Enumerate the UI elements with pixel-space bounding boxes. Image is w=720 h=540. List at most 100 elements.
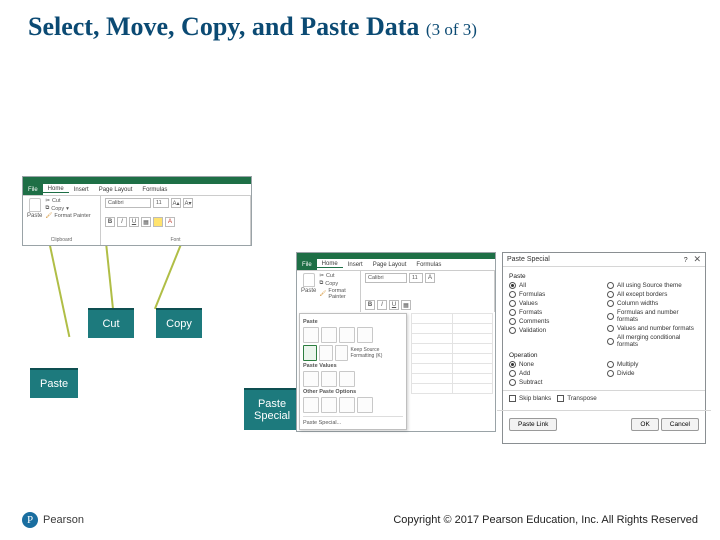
radio-divide[interactable]: Divide [607, 370, 699, 377]
close-icon[interactable]: ✕ [693, 254, 701, 264]
paste-option[interactable] [321, 327, 337, 343]
increase-font-icon[interactable]: A [425, 273, 435, 283]
paste-option[interactable] [357, 327, 373, 343]
paste-option-keep-source[interactable] [303, 345, 317, 361]
tab-home[interactable]: Home [43, 186, 69, 193]
radio-except-borders[interactable]: All except borders [607, 291, 699, 298]
italic-button[interactable]: I [117, 217, 127, 227]
radio-multiply[interactable]: Multiply [607, 361, 699, 368]
italic-button[interactable]: I [377, 300, 387, 310]
clipboard-icon [29, 198, 41, 212]
ribbon-tabs: File Home Insert Page Layout Formulas [23, 184, 251, 195]
check-transpose[interactable]: Transpose [557, 395, 597, 402]
tab-file[interactable]: File [23, 184, 43, 195]
copy-button[interactable]: ⧉Copy [319, 280, 356, 287]
font-size-select[interactable]: 11 [153, 198, 169, 208]
cut-button[interactable]: ✂Cut [319, 273, 356, 279]
paste-other-option[interactable] [303, 397, 319, 413]
section-paste-label: Paste [509, 273, 699, 280]
tab-formulas[interactable]: Formulas [137, 187, 172, 193]
cut-button[interactable]: ✂Cut [45, 198, 90, 204]
dropdown-section-values: Paste Values [303, 363, 403, 369]
paste-button[interactable]: Paste [301, 273, 316, 300]
dialog-title: Paste Special [507, 256, 550, 263]
paste-other-option[interactable] [357, 397, 373, 413]
tab-page-layout[interactable]: Page Layout [368, 262, 412, 268]
slide-footer: P Pearson Copyright © 2017 Pearson Educa… [0, 512, 720, 528]
paste-option[interactable] [335, 345, 349, 361]
increase-font-icon[interactable]: A▴ [171, 198, 181, 208]
font-name-select[interactable]: Calibri [365, 273, 407, 283]
excel-ribbon-clipboard: File Home Insert Page Layout Formulas Pa… [22, 176, 252, 246]
callout-line [48, 239, 71, 337]
tooltip-keep-source: Keep Source Formatting (K) [350, 347, 403, 359]
radio-merge-condfmt[interactable]: All merging conditional formats [607, 334, 699, 348]
radio-validation[interactable]: Validation [509, 327, 601, 334]
underline-button[interactable]: U [129, 217, 139, 227]
format-painter-button[interactable]: 🖌Format Painter [45, 213, 90, 219]
paste-option[interactable] [303, 327, 319, 343]
excel-ribbon-paste-menu: File Home Insert Page Layout Formulas Pa… [296, 252, 496, 432]
bold-button[interactable]: B [105, 217, 115, 227]
radio-add[interactable]: Add [509, 370, 601, 377]
radio-formulas[interactable]: Formulas [509, 291, 601, 298]
tab-insert[interactable]: Insert [343, 262, 368, 268]
radio-column-widths[interactable]: Column widths [607, 300, 699, 307]
font-size-select[interactable]: 11 [409, 273, 423, 283]
group-font: Calibri 11 A▴ A▾ B I U ▦ A Font [101, 196, 251, 245]
cancel-button[interactable]: Cancel [661, 418, 699, 431]
tab-file[interactable]: File [297, 259, 317, 270]
paste-option[interactable] [339, 327, 355, 343]
paste-option[interactable] [319, 345, 333, 361]
help-icon[interactable]: ? [684, 257, 688, 264]
section-operation-label: Operation [509, 352, 699, 359]
border-button[interactable]: ▦ [141, 217, 151, 227]
radio-subtract[interactable]: Subtract [509, 379, 601, 386]
paste-special-dialog: Paste Special ? ✕ Paste All Formulas Val… [502, 252, 706, 444]
paste-values-option[interactable] [303, 371, 319, 387]
copy-button[interactable]: ⧉Copy ▾ [45, 205, 90, 212]
radio-none[interactable]: None [509, 361, 601, 368]
paste-special-menu-item[interactable]: Paste Special... [303, 416, 403, 426]
paste-label: Paste [301, 288, 316, 294]
bold-button[interactable]: B [365, 300, 375, 310]
pearson-logo: P Pearson [22, 512, 84, 528]
radio-formulas-numfmt[interactable]: Formulas and number formats [607, 309, 699, 323]
radio-values-numfmt[interactable]: Values and number formats [607, 325, 699, 332]
tab-insert[interactable]: Insert [69, 187, 94, 193]
format-painter-button[interactable]: 🖌Format Painter [319, 288, 356, 300]
tab-formulas[interactable]: Formulas [411, 262, 446, 268]
font-name-select[interactable]: Calibri [105, 198, 151, 208]
radio-values[interactable]: Values [509, 300, 601, 307]
underline-button[interactable]: U [389, 300, 399, 310]
paste-other-option[interactable] [321, 397, 337, 413]
pearson-logo-icon: P [22, 512, 38, 528]
paste-link-button[interactable]: Paste Link [509, 418, 557, 431]
dropdown-section-paste: Paste [303, 319, 403, 325]
group-font: Calibri 11 A B I U ▦ [361, 271, 495, 312]
brush-icon: 🖌 [319, 291, 326, 297]
paste-other-option[interactable] [339, 397, 355, 413]
tab-page-layout[interactable]: Page Layout [94, 187, 138, 193]
paste-dropdown: Paste Keep Source Formatting (K) Paste V… [299, 313, 407, 430]
worksheet-grid[interactable] [411, 313, 493, 429]
tab-home[interactable]: Home [317, 261, 343, 268]
fill-color-button[interactable] [153, 217, 163, 227]
scissors-icon: ✂ [319, 273, 324, 279]
font-color-button[interactable]: A [165, 217, 175, 227]
border-button[interactable]: ▦ [401, 300, 411, 310]
paste-values-option[interactable] [339, 371, 355, 387]
copy-icon: ⧉ [319, 280, 323, 287]
ok-button[interactable]: OK [631, 418, 658, 431]
decrease-font-icon[interactable]: A▾ [183, 198, 193, 208]
paste-values-option[interactable] [321, 371, 337, 387]
radio-all[interactable]: All [509, 282, 601, 289]
radio-source-theme[interactable]: All using Source theme [607, 282, 699, 289]
radio-comments[interactable]: Comments [509, 318, 601, 325]
paste-button[interactable]: Paste [27, 198, 42, 219]
check-skip-blanks[interactable]: Skip blanks [509, 395, 551, 402]
paste-label: Paste [27, 213, 42, 219]
dropdown-section-other: Other Paste Options [303, 389, 403, 395]
clipboard-icon [303, 273, 315, 287]
radio-formats[interactable]: Formats [509, 309, 601, 316]
